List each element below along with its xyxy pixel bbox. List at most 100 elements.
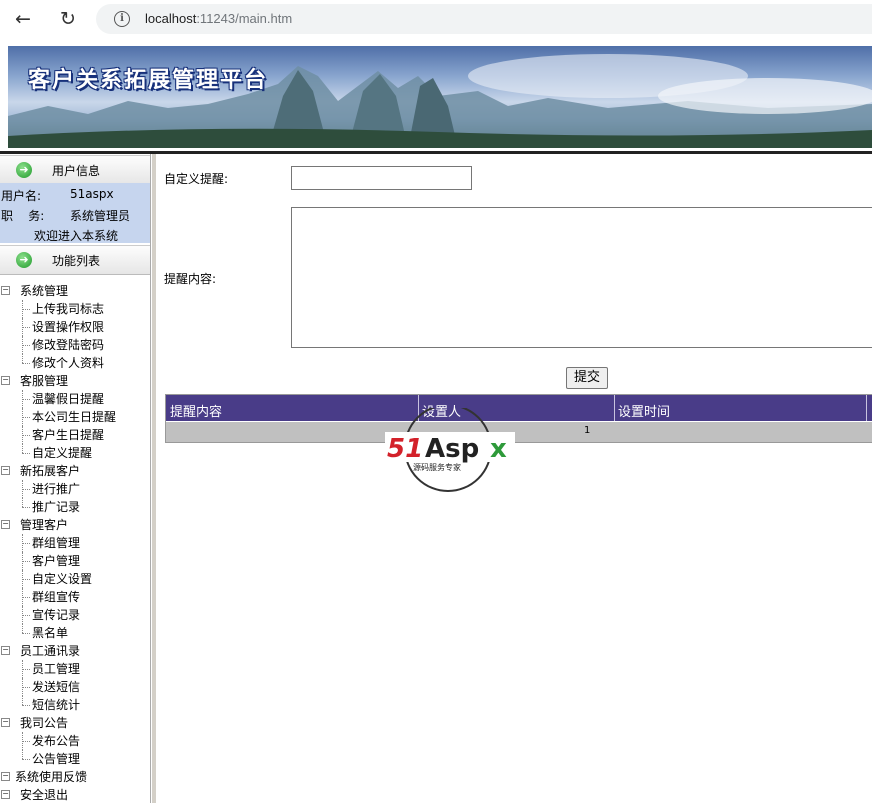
collapse-minus-icon[interactable]: − xyxy=(1,646,10,655)
sidebar-item[interactable]: 黑名单 xyxy=(0,624,150,642)
sidebar-item[interactable]: 推广记录 xyxy=(0,498,150,516)
reload-icon[interactable]: ↻ xyxy=(57,8,79,30)
sidebar-item[interactable]: 设置操作权限 xyxy=(0,318,150,336)
sidebar-item[interactable]: 发送短信 xyxy=(0,678,150,696)
sidebar-item-label: 公告管理 xyxy=(32,752,81,766)
sidebar-item-label: 宣传记录 xyxy=(32,608,81,622)
sidebar-item-label: 黑名单 xyxy=(32,626,69,640)
watermark-brand-51: 51 xyxy=(387,434,423,464)
collapse-minus-icon[interactable]: − xyxy=(1,376,10,385)
sidebar-item-label: 客户管理 xyxy=(32,554,81,568)
sidebar-item-label: 设置操作权限 xyxy=(32,320,105,334)
tree-group[interactable]: − 客服管理 xyxy=(0,372,150,390)
sidebar-item[interactable]: 本公司生日提醒 xyxy=(0,408,150,426)
sidebar-item-label: 上传我司标志 xyxy=(32,302,105,316)
sidebar-item-label: 温馨假日提醒 xyxy=(32,392,105,406)
sidebar-item[interactable]: 温馨假日提醒 xyxy=(0,390,150,408)
sidebar-item-label: 进行推广 xyxy=(32,482,81,496)
sidebar-item-label: 自定义设置 xyxy=(32,572,93,586)
tree-group[interactable]: − 管理客户 xyxy=(0,516,150,534)
tree-group-label: 安全退出 xyxy=(20,788,69,802)
watermark-brand-x: x xyxy=(490,434,507,464)
sidebar-item[interactable]: 自定义提醒 xyxy=(0,444,150,462)
sidebar-item-label: 修改登陆密码 xyxy=(32,338,105,352)
sidebar-item-label: 短信统计 xyxy=(32,698,81,712)
collapse-minus-icon[interactable]: − xyxy=(1,520,10,529)
sidebar-item[interactable]: 修改登陆密码 xyxy=(0,336,150,354)
sidebar-item[interactable]: 客户生日提醒 xyxy=(0,426,150,444)
tree-group[interactable]: − 员工通讯录 xyxy=(0,642,150,660)
content-label: 提醒内容: xyxy=(164,272,217,286)
tree-group-label: 系统管理 xyxy=(20,284,69,298)
table-pager: 1 xyxy=(166,421,872,442)
user-info-box: 用户名: 51aspx 职 务: 系统管理员 欢迎进入本系统 xyxy=(0,183,150,243)
sidebar-item-label: 推广记录 xyxy=(32,500,81,514)
back-arrow-icon[interactable]: ← xyxy=(12,8,34,30)
banner-title: 客户关系拓展管理平台 xyxy=(28,67,269,93)
tree-group-label: 我司公告 xyxy=(20,716,69,730)
sidebar-item-label: 群组宣传 xyxy=(32,590,81,604)
sidebar-item-label: 本公司生日提醒 xyxy=(32,410,117,424)
sidebar-item[interactable]: 自定义设置 xyxy=(0,570,150,588)
sidebar-item-label: 员工管理 xyxy=(32,662,81,676)
site-info-icon[interactable]: i xyxy=(114,11,130,27)
welcome-text: 欢迎进入本系统 xyxy=(34,229,119,243)
role-value: 系统管理员 xyxy=(70,209,131,223)
user-info-title: 用户信息 xyxy=(52,164,101,178)
sidebar-item-label: 修改个人资料 xyxy=(32,356,105,370)
tree-group-label: 新拓展客户 xyxy=(20,464,81,478)
column-header: 设置时间 xyxy=(618,405,671,420)
sidebar-item-label: 客户生日提醒 xyxy=(32,428,105,442)
role-label: 职 务: xyxy=(1,209,45,223)
tree-group-label: 客服管理 xyxy=(20,374,69,388)
arrow-right-circle-icon: ➜ xyxy=(16,252,32,268)
tree-group[interactable]: − 新拓展客户 xyxy=(0,462,150,480)
arrow-right-circle-icon: ➜ xyxy=(16,162,32,178)
custom-reminder-label: 自定义提醒: xyxy=(164,172,229,186)
sidebar-item[interactable]: 上传我司标志 xyxy=(0,300,150,318)
tree-group[interactable]: − 系统管理 xyxy=(0,282,150,300)
table-header: 提醒内容 设置人 设置时间 xyxy=(166,395,872,421)
content-textarea[interactable] xyxy=(291,207,872,348)
function-tree: − 系统管理上传我司标志 设置操作权限 修改登陆密码 修改个人资料 − 客服管理温馨假日提醒… xyxy=(0,282,150,804)
sidebar-item-label: 自定义提醒 xyxy=(32,446,93,460)
sidebar-item[interactable]: 群组管理 xyxy=(0,534,150,552)
tree-group[interactable]: − 我司公告 xyxy=(0,714,150,732)
sidebar-item[interactable]: 发布公告 xyxy=(0,732,150,750)
column-header: 提醒内容 xyxy=(170,405,223,420)
sidebar-item-label: 发送短信 xyxy=(32,680,81,694)
sidebar-item[interactable]: 短信统计 xyxy=(0,696,150,714)
username-label: 用户名: xyxy=(1,189,42,203)
page-link[interactable]: 1 xyxy=(584,425,590,436)
sidebar: ➜ 用户信息 用户名: 51aspx 职 务: 系统管理员 欢迎进入本系统 ➜ … xyxy=(0,154,151,803)
collapse-minus-icon[interactable]: − xyxy=(1,286,10,295)
sidebar-item[interactable]: 客户管理 xyxy=(0,552,150,570)
reminder-table: 提醒内容 设置人 设置时间 1 xyxy=(165,394,872,443)
collapse-minus-icon[interactable]: − xyxy=(1,772,10,781)
watermark-brand-asp: Asp xyxy=(425,434,479,464)
sidebar-item-label: 发布公告 xyxy=(32,734,81,748)
sidebar-item[interactable]: 修改个人资料 xyxy=(0,354,150,372)
sidebar-item[interactable]: 宣传记录 xyxy=(0,606,150,624)
user-info-header: ➜ 用户信息 xyxy=(0,155,150,185)
sidebar-item[interactable]: 群组宣传 xyxy=(0,588,150,606)
address-url[interactable]: localhost:11243/main.htm xyxy=(145,11,292,26)
custom-reminder-input[interactable] xyxy=(291,166,472,190)
sidebar-item[interactable]: 员工管理 xyxy=(0,660,150,678)
tree-group[interactable]: − 系统使用反馈 xyxy=(0,768,150,786)
sidebar-item[interactable]: 公告管理 xyxy=(0,750,150,768)
collapse-minus-icon[interactable]: − xyxy=(1,790,10,799)
collapse-minus-icon[interactable]: − xyxy=(1,718,10,727)
watermark-tagline: 源码服务专家 xyxy=(413,462,461,472)
tree-group[interactable]: − 安全退出 xyxy=(0,786,150,804)
tree-group-label: 员工通讯录 xyxy=(20,644,81,658)
sidebar-item-label: 群组管理 xyxy=(32,536,81,550)
header-banner: 客户关系拓展管理平台 xyxy=(8,46,872,148)
watermark-logo: 51 Asp x 源码服务专家 xyxy=(385,408,515,492)
collapse-minus-icon[interactable]: − xyxy=(1,466,10,475)
username-value: 51aspx xyxy=(70,187,114,201)
submit-button[interactable]: 提交 xyxy=(566,367,608,389)
sidebar-item[interactable]: 进行推广 xyxy=(0,480,150,498)
tree-group-label: 系统使用反馈 xyxy=(15,770,88,784)
tree-group-label: 管理客户 xyxy=(20,518,69,532)
